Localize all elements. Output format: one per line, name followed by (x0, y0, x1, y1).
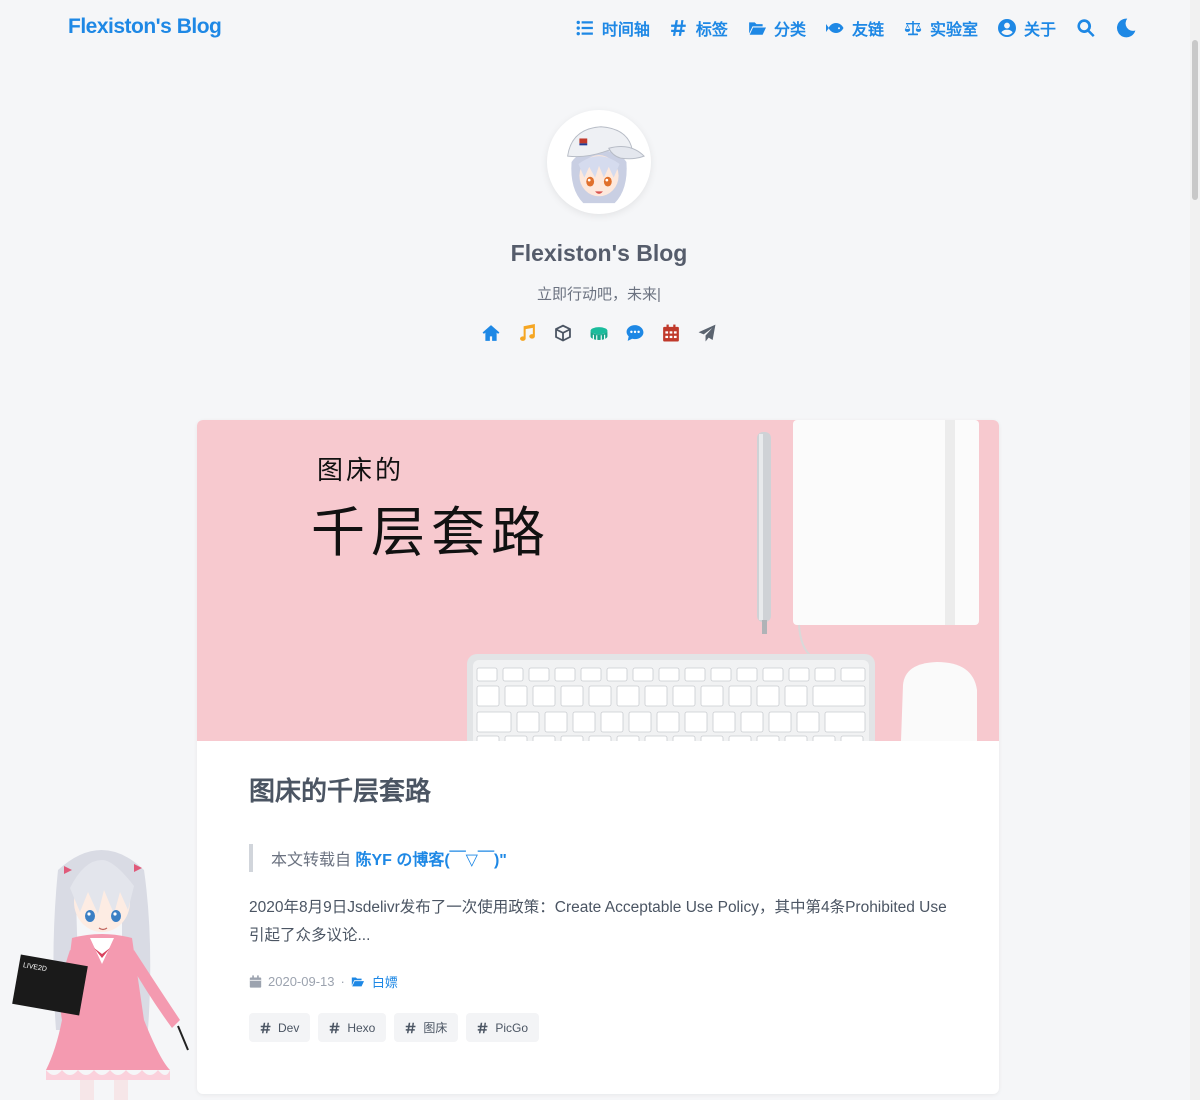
nav-item-categories[interactable]: 分类 (748, 16, 806, 40)
navbar: Flexiston's Blog 时间轴 标签 分类 友链 实验室 关于 (0, 0, 1190, 58)
nav-label: 实验室 (929, 22, 978, 39)
folder-open-icon (749, 22, 766, 35)
post-card: 图床的 千层套路 图床的千层套路 本文转载自 陈YF の博客(￣▽￣)" 202… (197, 420, 999, 1094)
user-circle-icon (997, 19, 1016, 37)
hashtag-icon (260, 1022, 271, 1033)
nav-label: 时间轴 (601, 22, 650, 39)
nav-label: 标签 (695, 22, 728, 39)
drum-link[interactable] (590, 324, 608, 342)
nav-menu: 时间轴 标签 分类 友链 实验室 关于 (576, 16, 1136, 40)
hashtag-icon (478, 1022, 488, 1033)
calendar-icon (663, 324, 679, 342)
post-date: 2020-09-13 (268, 974, 335, 989)
post-excerpt: 2020年8月9日Jsdelivr发布了一次使用政策：Create Accept… (249, 899, 947, 944)
comment-dots-icon (626, 325, 644, 341)
nav-label: 友链 (851, 22, 884, 39)
paper-plane-icon (698, 324, 716, 342)
hashtag-icon (406, 1022, 416, 1033)
home-icon (482, 325, 500, 341)
hashtag-icon (671, 20, 686, 36)
cube-link[interactable] (554, 324, 572, 342)
nav-item-lab[interactable]: 实验室 (904, 16, 978, 40)
post-title[interactable]: 图床的千层套路 (249, 771, 947, 808)
social-links (0, 324, 1198, 342)
balance-scale-icon (904, 21, 922, 36)
site-subtitle: 立即行动吧，未来| (537, 286, 661, 303)
nav-item-tags[interactable]: 标签 (670, 16, 728, 40)
nav-item-about[interactable]: 关于 (997, 16, 1056, 40)
nav-label: 分类 (773, 22, 806, 39)
moon-icon (1116, 18, 1136, 38)
source-link[interactable]: 陈YF の博客(￣▽￣)" (355, 852, 506, 869)
calendar-icon (249, 975, 262, 988)
calendar-link[interactable] (662, 324, 680, 342)
tag-image-hosting[interactable]: 图床 (394, 1013, 459, 1042)
post-body: 图床的千层套路 本文转载自 陈YF の博客(￣▽￣)" 2020年8月9日Jsd… (197, 741, 999, 1042)
tag-dev[interactable]: Dev (249, 1013, 311, 1042)
avatar[interactable] (547, 110, 651, 214)
post-tags: Dev Hexo 图床 PicGo (249, 1013, 947, 1042)
nav-item-friends[interactable]: 友链 (825, 16, 884, 40)
meta-separator: · (340, 974, 345, 989)
nav-item-timeline[interactable]: 时间轴 (576, 16, 650, 40)
post-category-link[interactable]: 白嫖 (351, 972, 398, 991)
tag-picgo[interactable]: PicGo (466, 1013, 540, 1042)
post-meta: 2020-09-13 · 白嫖 (249, 972, 947, 991)
list-icon (576, 20, 593, 36)
post-cover-image[interactable]: 图床的 千层套路 (197, 420, 999, 741)
cover-illustration (467, 420, 979, 741)
telegram-link[interactable] (698, 324, 716, 342)
quote-prefix: 本文转载自 (271, 852, 356, 869)
hashtag-icon (330, 1022, 340, 1033)
tag-label: 图床 (423, 1021, 448, 1035)
comment-link[interactable] (626, 324, 644, 342)
theme-toggle-button[interactable] (1116, 18, 1136, 38)
avatar-image (550, 113, 648, 211)
tag-hexo[interactable]: Hexo (318, 1013, 387, 1042)
drum-icon (590, 327, 608, 341)
search-button[interactable] (1076, 18, 1096, 38)
music-icon (520, 324, 535, 341)
fish-icon (825, 23, 844, 33)
source-quote: 本文转载自 陈YF の博客(￣▽￣)" (249, 844, 947, 872)
brand-logo[interactable]: Flexiston's Blog (68, 15, 222, 39)
mascot-illustration: LIVE2D (12, 850, 189, 1100)
tag-label: Dev (278, 1020, 300, 1035)
search-icon (1077, 19, 1095, 37)
live2d-mascot[interactable]: LIVE2D (10, 830, 200, 1100)
tag-label: PicGo (495, 1020, 529, 1035)
site-title: Flexiston's Blog (510, 240, 688, 266)
tag-label: Hexo (347, 1020, 376, 1035)
post-category: 白嫖 (371, 975, 398, 990)
cube-icon (555, 324, 571, 342)
home-link[interactable] (482, 324, 500, 342)
folder-open-icon (351, 977, 364, 987)
nav-label: 关于 (1023, 22, 1056, 39)
hero: Flexiston's Blog 立即行动吧，未来| (0, 110, 1198, 342)
music-link[interactable] (518, 324, 536, 342)
